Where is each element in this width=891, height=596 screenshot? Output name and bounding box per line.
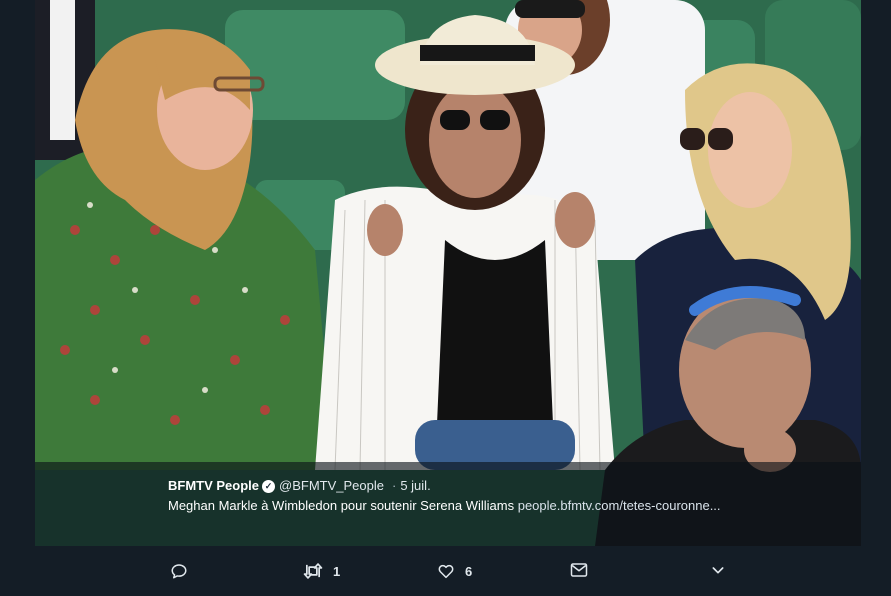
tweet-author-line: BFMTV People ✓ @BFMTV_People · 5 juil. [168,476,728,496]
retweet-button[interactable]: 1 [303,562,340,580]
tweet-caption-overlay: BFMTV People ✓ @BFMTV_People · 5 juil. M… [35,462,861,546]
direct-message-button[interactable] [570,562,588,578]
verified-badge-icon: ✓ [262,479,276,493]
tweet-content: BFMTV People ✓ @BFMTV_People · 5 juil. M… [168,476,728,516]
tweet-action-bar: 1 6 [0,546,891,596]
envelope-icon [570,563,588,577]
retweet-icon [303,563,323,579]
retweet-count: 1 [333,563,341,579]
separator-dot: · [391,478,397,493]
lightbox-backdrop-right [861,0,891,596]
tweet-body: Meghan Markle à Wimbledon pour soutenir … [168,496,728,516]
chevron-down-icon [712,567,724,574]
author-name[interactable]: BFMTV People [168,476,259,496]
tweet-link[interactable]: people.bfmtv.com/tetes-couronne... [518,498,721,513]
author-handle[interactable]: @BFMTV_People [279,476,384,496]
heart-icon [438,564,454,579]
more-options-button[interactable] [710,562,726,578]
tweet-date[interactable]: 5 juil. [400,476,430,496]
like-count: 6 [465,563,473,579]
lightbox-backdrop-left [0,0,35,596]
like-button[interactable]: 6 [437,562,472,580]
tweet-text: Meghan Markle à Wimbledon pour soutenir … [168,498,518,513]
reply-button[interactable] [170,562,188,580]
reply-icon [171,564,187,579]
